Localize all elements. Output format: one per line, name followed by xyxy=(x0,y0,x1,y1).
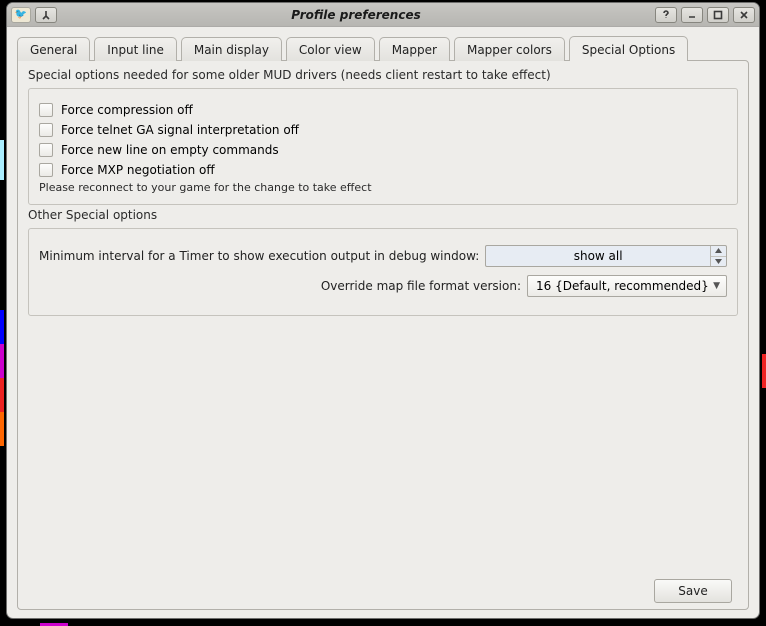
spinner-down-icon[interactable] xyxy=(711,257,726,267)
tab-general[interactable]: General xyxy=(17,37,90,61)
reconnect-hint: Please reconnect to your game for the ch… xyxy=(39,181,727,194)
tab-mapper-colors[interactable]: Mapper colors xyxy=(454,37,565,61)
window-title: Profile preferences xyxy=(57,8,655,22)
tab-color-view[interactable]: Color view xyxy=(286,37,375,61)
checkbox-label: Force MXP negotiation off xyxy=(61,163,215,177)
maximize-icon[interactable] xyxy=(707,7,729,23)
tabstrip: General Input line Main display Color vi… xyxy=(17,35,749,60)
checkbox-label: Force telnet GA signal interpretation of… xyxy=(61,123,299,137)
checkbox-force-telnet-ga-off[interactable] xyxy=(39,123,53,137)
map-version-label: Override map file format version: xyxy=(321,279,521,293)
titlebar[interactable]: 🐦 Profile preferences xyxy=(7,3,759,27)
tab-mapper[interactable]: Mapper xyxy=(379,37,450,61)
checkbox-row-force-newline-empty[interactable]: Force new line on empty commands xyxy=(39,143,727,157)
pin-icon[interactable] xyxy=(35,7,57,23)
checkbox-row-force-compression-off[interactable]: Force compression off xyxy=(39,103,727,117)
checkbox-label: Force compression off xyxy=(61,103,193,117)
timer-interval-spinner[interactable]: show all xyxy=(485,245,727,267)
group-other-options: Minimum interval for a Timer to show exe… xyxy=(28,228,738,316)
help-icon[interactable] xyxy=(655,7,677,23)
group-old-mud-drivers: Force compression off Force telnet GA si… xyxy=(28,88,738,205)
group2-title: Other Special options xyxy=(28,208,738,222)
chevron-down-icon: ▼ xyxy=(713,281,720,291)
save-button[interactable]: Save xyxy=(654,579,732,603)
tabpage-special-options: Special options needed for some older MU… xyxy=(17,60,749,610)
checkbox-label: Force new line on empty commands xyxy=(61,143,279,157)
preferences-window: 🐦 Profile preferences General Input line xyxy=(6,2,760,619)
close-icon[interactable] xyxy=(733,7,755,23)
checkbox-row-force-mxp-off[interactable]: Force MXP negotiation off xyxy=(39,163,727,177)
checkbox-row-force-telnet-ga-off[interactable]: Force telnet GA signal interpretation of… xyxy=(39,123,727,137)
checkbox-force-compression-off[interactable] xyxy=(39,103,53,117)
checkbox-force-newline-empty[interactable] xyxy=(39,143,53,157)
footer: Save xyxy=(28,575,738,603)
timer-interval-value: show all xyxy=(486,246,710,266)
tab-special-options[interactable]: Special Options xyxy=(569,36,688,61)
map-version-dropdown[interactable]: 16 {Default, recommended} ▼ xyxy=(527,275,727,297)
group1-title: Special options needed for some older MU… xyxy=(28,68,738,82)
tab-input-line[interactable]: Input line xyxy=(94,37,177,61)
map-version-value: 16 {Default, recommended} xyxy=(536,279,709,293)
app-icon: 🐦 xyxy=(11,7,31,23)
checkbox-force-mxp-off[interactable] xyxy=(39,163,53,177)
spinner-up-icon[interactable] xyxy=(711,246,726,257)
tab-main-display[interactable]: Main display xyxy=(181,37,282,61)
timer-interval-label: Minimum interval for a Timer to show exe… xyxy=(39,249,479,263)
minimize-icon[interactable] xyxy=(681,7,703,23)
